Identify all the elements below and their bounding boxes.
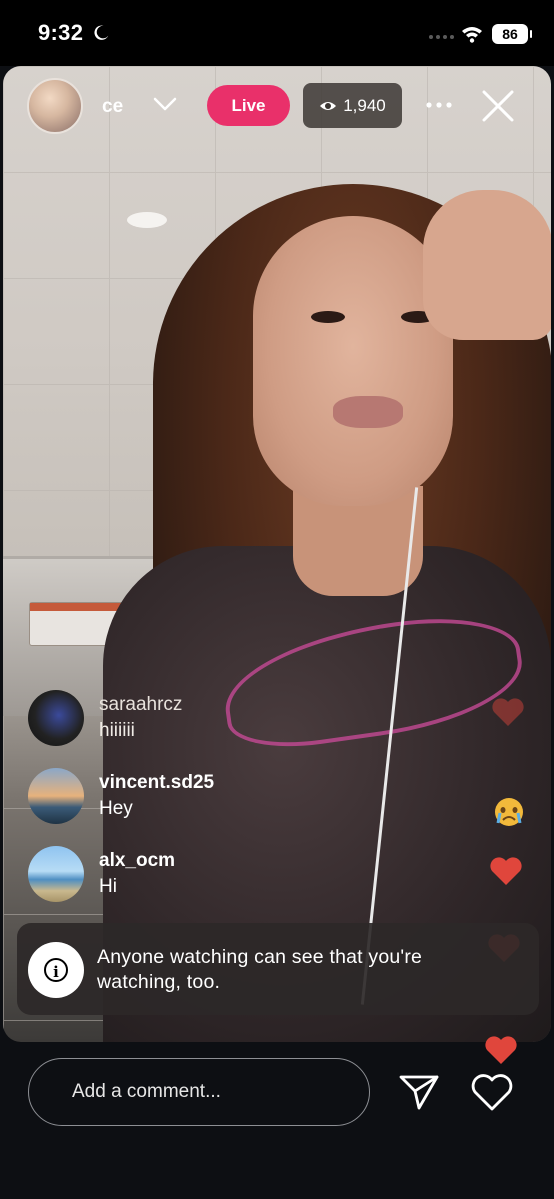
ceiling-light — [127, 212, 167, 228]
notice-text: Anyone watching can see that you're watc… — [97, 946, 423, 993]
comment-text: hiiiiii — [99, 720, 135, 741]
comment-username[interactable]: saraahrcz — [99, 694, 182, 716]
signal-icon — [429, 35, 454, 39]
viewer-notice-banner: i Anyone watching can see that you're wa… — [17, 923, 539, 1015]
status-time: 9:32 — [38, 20, 84, 45]
more-icon[interactable] — [424, 93, 454, 117]
comment-username[interactable]: alx_ocm — [99, 850, 175, 872]
send-icon[interactable] — [398, 1072, 440, 1112]
wifi-icon — [462, 27, 482, 43]
info-icon: i — [28, 942, 84, 998]
comment-avatar[interactable] — [28, 768, 84, 824]
moon-icon — [94, 25, 109, 40]
eye-icon — [320, 101, 337, 110]
comment-placeholder: Add a comment... — [72, 1081, 221, 1102]
comment-item: vincent.sd25 Hey — [28, 768, 388, 826]
comment-input[interactable]: Add a comment... — [28, 1058, 370, 1126]
live-badge: Live — [207, 85, 290, 126]
heart-reaction-icon — [485, 1036, 517, 1064]
close-icon[interactable] — [480, 88, 516, 124]
comment-avatar[interactable] — [28, 690, 84, 746]
status-bar: 9:32 86 — [0, 0, 554, 66]
chevron-down-icon[interactable] — [152, 94, 178, 114]
heart-reaction-icon — [490, 857, 522, 885]
heart-icon[interactable] — [470, 1074, 514, 1112]
left-eye — [311, 311, 345, 323]
comment-item: saraahrcz hiiiiii — [28, 690, 388, 748]
streamer-avatar[interactable] — [27, 78, 83, 134]
viewer-count-label: 1,940 — [343, 95, 386, 115]
comment-username[interactable]: vincent.sd25 — [99, 772, 214, 794]
streamer-hand — [423, 190, 551, 340]
heart-reaction-icon — [492, 698, 524, 726]
streamer-username[interactable]: ce — [102, 96, 123, 118]
comment-text: Hey — [99, 798, 133, 819]
viewer-count[interactable]: 1,940 — [303, 83, 402, 128]
comment-text: Hi — [99, 876, 117, 897]
comment-avatar[interactable] — [28, 846, 84, 902]
battery-icon: 86 — [492, 24, 532, 44]
lips — [333, 396, 403, 428]
comment-item: alx_ocm Hi — [28, 846, 388, 904]
crying-emoji-icon — [495, 798, 523, 826]
